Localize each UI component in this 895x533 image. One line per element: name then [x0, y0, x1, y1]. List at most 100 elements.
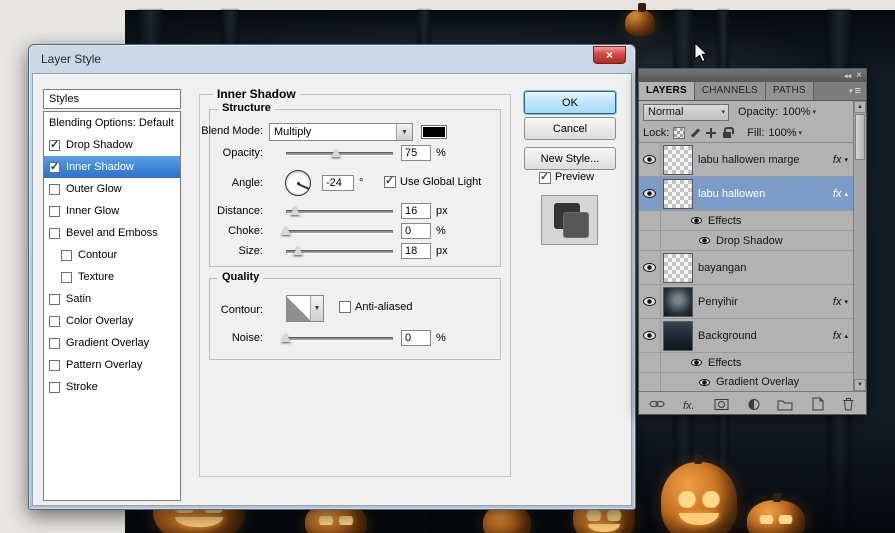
layer-name[interactable]: Penyihir: [698, 296, 738, 308]
dialog-titlebar[interactable]: Layer Style: [29, 45, 635, 73]
effect-label[interactable]: Gradient Overlay: [716, 376, 799, 388]
layer-thumbnail[interactable]: [663, 286, 693, 317]
pattern-overlay-checkbox[interactable]: [49, 359, 60, 371]
eye-icon[interactable]: [699, 237, 710, 244]
layer-row[interactable]: Background fx ▴: [639, 319, 853, 353]
outer-glow-checkbox[interactable]: [49, 183, 60, 195]
scrollbar[interactable]: ▲ ▼: [853, 101, 866, 391]
style-item-stroke[interactable]: Stroke: [44, 376, 180, 398]
lock-transparency-icon[interactable]: [673, 126, 686, 139]
contour-checkbox[interactable]: [61, 249, 72, 261]
effect-label[interactable]: Drop Shadow: [716, 235, 783, 247]
layer-row[interactable]: labu hallowen marge fx ▾: [639, 143, 853, 177]
ok-button[interactable]: OK: [524, 91, 616, 114]
visibility-toggle[interactable]: [639, 285, 661, 318]
layer-opacity-value[interactable]: 100%: [782, 106, 810, 118]
opacity-input[interactable]: 75: [401, 145, 431, 161]
size-input[interactable]: 18: [401, 243, 431, 259]
angle-dial[interactable]: [285, 170, 311, 196]
chevron-down-icon[interactable]: ▼: [311, 296, 323, 321]
inner-shadow-checkbox[interactable]: [49, 160, 60, 173]
visibility-toggle[interactable]: [639, 319, 661, 352]
stroke-checkbox[interactable]: [49, 381, 60, 393]
layer-thumbnail[interactable]: [663, 252, 693, 283]
distance-slider-thumb[interactable]: [290, 206, 300, 215]
choke-slider-thumb[interactable]: [281, 226, 291, 235]
tab-paths[interactable]: PATHS: [765, 82, 814, 100]
shadow-color-swatch[interactable]: [421, 125, 447, 139]
preview-checkbox[interactable]: [539, 170, 551, 184]
layer-name[interactable]: bayangan: [698, 262, 746, 274]
opacity-slider-thumb[interactable]: [331, 148, 341, 157]
eye-icon[interactable]: [699, 378, 710, 386]
layer-row[interactable]: Penyihir fx ▾: [639, 285, 853, 319]
layer-blend-mode-select[interactable]: Normal ▾: [643, 103, 729, 121]
chevron-down-icon[interactable]: ▾: [813, 108, 817, 116]
layer-name[interactable]: Background: [698, 330, 757, 342]
fx-badge[interactable]: fx: [833, 296, 842, 308]
layer-name[interactable]: labu hallowen marge: [698, 154, 800, 166]
cancel-button[interactable]: Cancel: [524, 117, 616, 140]
fill-value[interactable]: 100%: [768, 127, 796, 139]
anti-aliased-checkbox[interactable]: [339, 301, 351, 313]
noise-slider-thumb[interactable]: [281, 333, 291, 342]
tab-layers[interactable]: LAYERS: [639, 82, 695, 100]
satin-checkbox[interactable]: [49, 293, 60, 305]
eye-icon[interactable]: [691, 359, 702, 366]
layer-thumbnail[interactable]: [663, 320, 693, 351]
lock-all-icon[interactable]: [721, 126, 735, 139]
fx-expand-icon[interactable]: ▾: [844, 156, 848, 164]
style-item-inner-shadow[interactable]: Inner Shadow: [44, 156, 180, 178]
chevron-down-icon[interactable]: ▾: [799, 129, 803, 137]
distance-slider[interactable]: [286, 210, 393, 213]
collapse-panel-icon[interactable]: ◂◂: [844, 72, 851, 80]
new-layer-icon[interactable]: [810, 397, 825, 411]
visibility-toggle[interactable]: [639, 143, 661, 176]
fx-expand-icon[interactable]: ▴: [844, 332, 848, 340]
style-item-texture[interactable]: Texture: [44, 266, 180, 288]
chevron-down-icon[interactable]: ▼: [396, 124, 412, 140]
effect-row[interactable]: Drop Shadow: [639, 231, 853, 251]
fx-badge[interactable]: fx: [833, 154, 842, 166]
fx-expand-icon[interactable]: ▾: [844, 298, 848, 306]
blend-mode-select[interactable]: Multiply ▼: [269, 123, 413, 141]
new-group-icon[interactable]: [777, 398, 793, 411]
panel-menu-button[interactable]: ▾ ≡: [849, 82, 866, 100]
texture-checkbox[interactable]: [61, 271, 72, 283]
close-panel-icon[interactable]: ×: [856, 70, 862, 81]
eye-icon[interactable]: [691, 217, 702, 224]
effects-row[interactable]: Effects: [639, 211, 853, 231]
color-overlay-checkbox[interactable]: [49, 315, 60, 327]
size-slider-thumb[interactable]: [293, 246, 303, 255]
link-layers-icon[interactable]: [649, 398, 665, 410]
contour-thumbnail[interactable]: [287, 296, 311, 321]
distance-input[interactable]: 16: [401, 203, 431, 219]
add-mask-icon[interactable]: [714, 398, 730, 411]
inner-glow-checkbox[interactable]: [49, 205, 60, 217]
new-style-button[interactable]: New Style...: [524, 147, 616, 170]
visibility-toggle[interactable]: [639, 251, 661, 284]
delete-layer-icon[interactable]: [841, 397, 856, 411]
noise-slider[interactable]: [286, 337, 393, 340]
layer-row[interactable]: bayangan: [639, 251, 853, 285]
fx-expand-icon[interactable]: ▴: [844, 190, 848, 198]
close-button[interactable]: ×: [593, 46, 626, 64]
contour-picker[interactable]: ▼: [286, 295, 324, 322]
fx-badge[interactable]: fx: [833, 188, 842, 200]
scroll-down-icon[interactable]: ▼: [854, 379, 866, 391]
scroll-up-icon[interactable]: ▲: [854, 101, 866, 113]
tab-channels[interactable]: CHANNELS: [694, 82, 766, 100]
lock-position-icon[interactable]: [705, 127, 717, 139]
visibility-toggle[interactable]: [639, 177, 661, 210]
layer-thumbnail[interactable]: [663, 144, 693, 175]
lock-pixels-icon[interactable]: [689, 127, 701, 139]
style-item-pattern-overlay[interactable]: Pattern Overlay: [44, 354, 180, 376]
layer-row-selected[interactable]: labu hallowen fx ▴: [639, 177, 853, 211]
noise-input[interactable]: 0: [401, 330, 431, 346]
adjustment-layer-icon[interactable]: [747, 398, 761, 411]
fx-badge[interactable]: fx: [833, 330, 842, 342]
scrollbar-thumb[interactable]: [855, 114, 865, 160]
use-global-light-checkbox[interactable]: [384, 174, 396, 188]
effects-label[interactable]: Effects: [708, 357, 741, 369]
layer-thumbnail[interactable]: [663, 178, 693, 209]
